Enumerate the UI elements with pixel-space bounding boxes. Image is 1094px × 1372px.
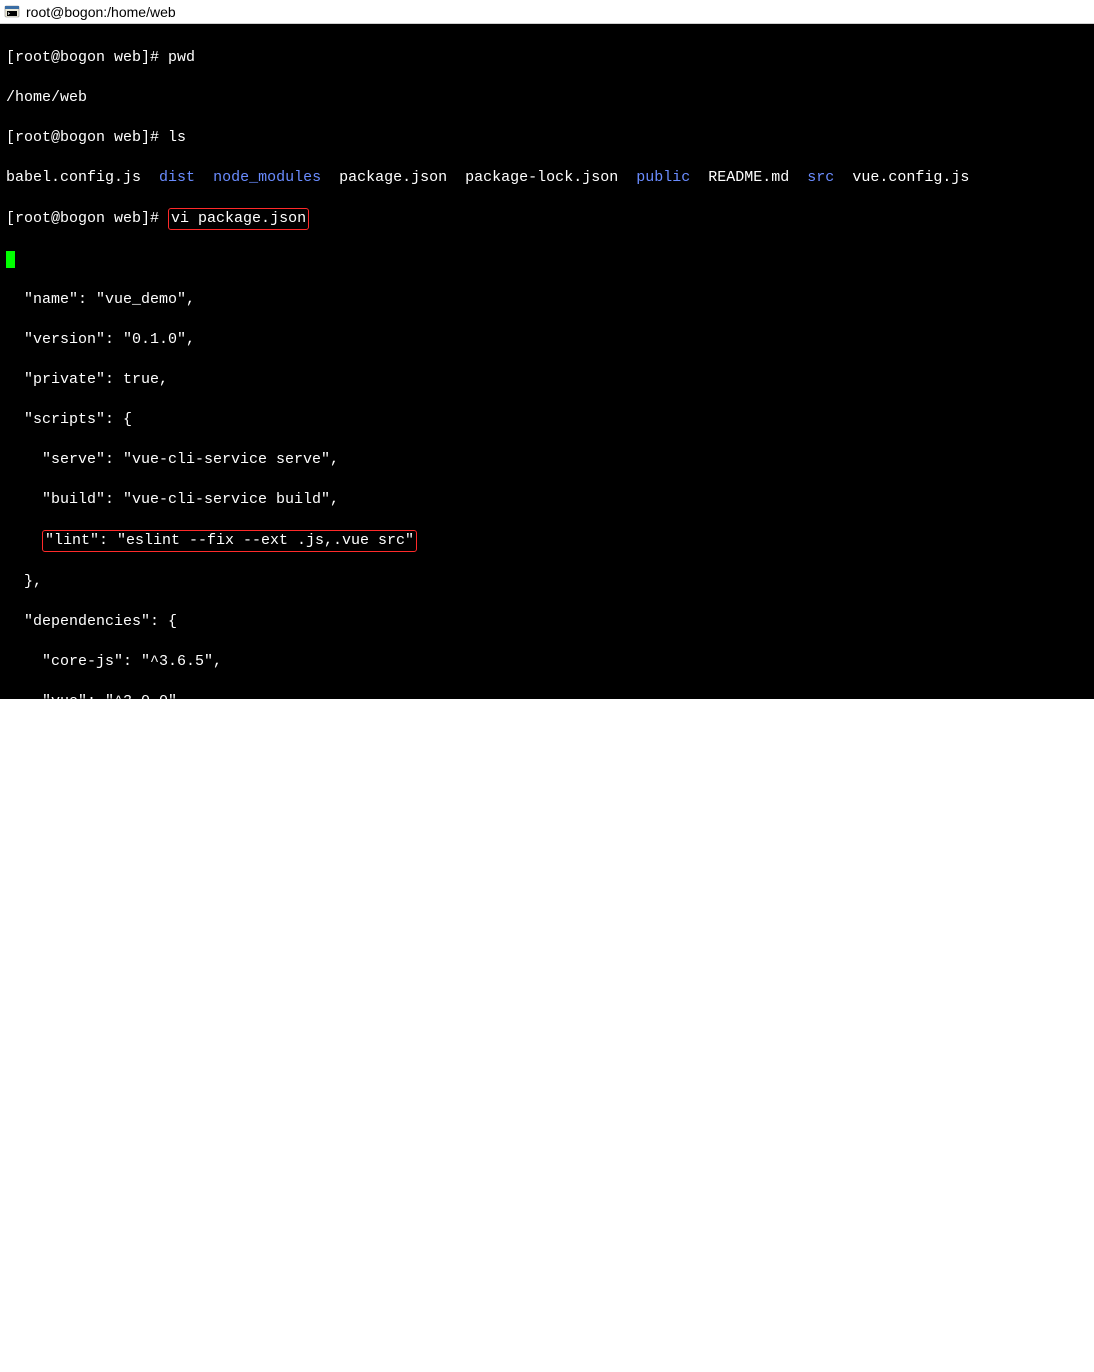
- cmd-line-ls: [root@bogon web]# ls: [6, 128, 1088, 148]
- json-scripts-build: "build": "vue-cli-service build",: [6, 490, 1088, 510]
- json-scripts-lint: "lint": "eslint --fix --ext .js,.vue src…: [6, 530, 1088, 552]
- cmd-line-pwd: [root@bogon web]# pwd: [6, 48, 1088, 68]
- json-dd-11: "eslint-plugin-standard": "^4.0.0",: [6, 1212, 1088, 1232]
- json-scripts-close: },: [6, 572, 1088, 592]
- json-dd-2: "@vue/cli-plugin-eslint": "~4.5.0",: [6, 852, 1088, 872]
- file-close-brace: }: [6, 1332, 1088, 1352]
- json-dd-4: "@vue/compiler-sfc": "^3.0.0",: [6, 932, 1088, 952]
- json-dd-1: "@vue/cli-plugin-babel": "~4.5.0",: [6, 812, 1088, 832]
- file-open-brace: [6, 250, 1088, 270]
- json-dd-7: "eslint": "^6.7.2",: [6, 1052, 1088, 1072]
- window-title: root@bogon:/home/web: [26, 4, 176, 20]
- json-devdeps-open: "devDependencies": {: [6, 772, 1088, 792]
- cmd-line-vi: [root@bogon web]# vi package.json: [6, 208, 1088, 230]
- json-deps-corejs: "core-js": "^3.6.5",: [6, 652, 1088, 672]
- json-version: "version": "0.1.0",: [6, 330, 1088, 350]
- json-dd-12: "eslint-plugin-vue": "^7.0.0": [6, 1252, 1088, 1272]
- json-dd-9: "eslint-plugin-node": "^11.1.0",: [6, 1132, 1088, 1152]
- cursor-block: [6, 251, 15, 268]
- pwd-output: /home/web: [6, 88, 1088, 108]
- json-deps-close: },: [6, 732, 1088, 752]
- json-dd-8: "eslint-plugin-import": "^2.20.2",: [6, 1092, 1088, 1112]
- json-private: "private": true,: [6, 370, 1088, 390]
- json-devdeps-close: }: [6, 1292, 1088, 1312]
- terminal-icon: [4, 4, 20, 20]
- terminal-area[interactable]: [root@bogon web]# pwd /home/web [root@bo…: [0, 24, 1094, 699]
- json-dd-6: "babel-eslint": "^10.1.0",: [6, 1012, 1088, 1032]
- json-name: "name": "vue_demo",: [6, 290, 1088, 310]
- window-titlebar: root@bogon:/home/web: [0, 0, 1094, 24]
- json-deps-vue: "vue": "^3.0.0": [6, 692, 1088, 712]
- json-dd-10: "eslint-plugin-promise": "^4.2.1",: [6, 1172, 1088, 1192]
- json-deps-open: "dependencies": {: [6, 612, 1088, 632]
- json-dd-3: "@vue/cli-service": "~4.5.0",: [6, 892, 1088, 912]
- json-scripts-serve: "serve": "vue-cli-service serve",: [6, 450, 1088, 470]
- ls-output: babel.config.js dist node_modules packag…: [6, 168, 1088, 188]
- highlight-lint: "lint": "eslint --fix --ext .js,.vue src…: [42, 530, 417, 552]
- json-dd-5: "@vue/eslint-config-standard": "^5.1.2",: [6, 972, 1088, 992]
- json-scripts-open: "scripts": {: [6, 410, 1088, 430]
- highlight-command: vi package.json: [168, 208, 309, 230]
